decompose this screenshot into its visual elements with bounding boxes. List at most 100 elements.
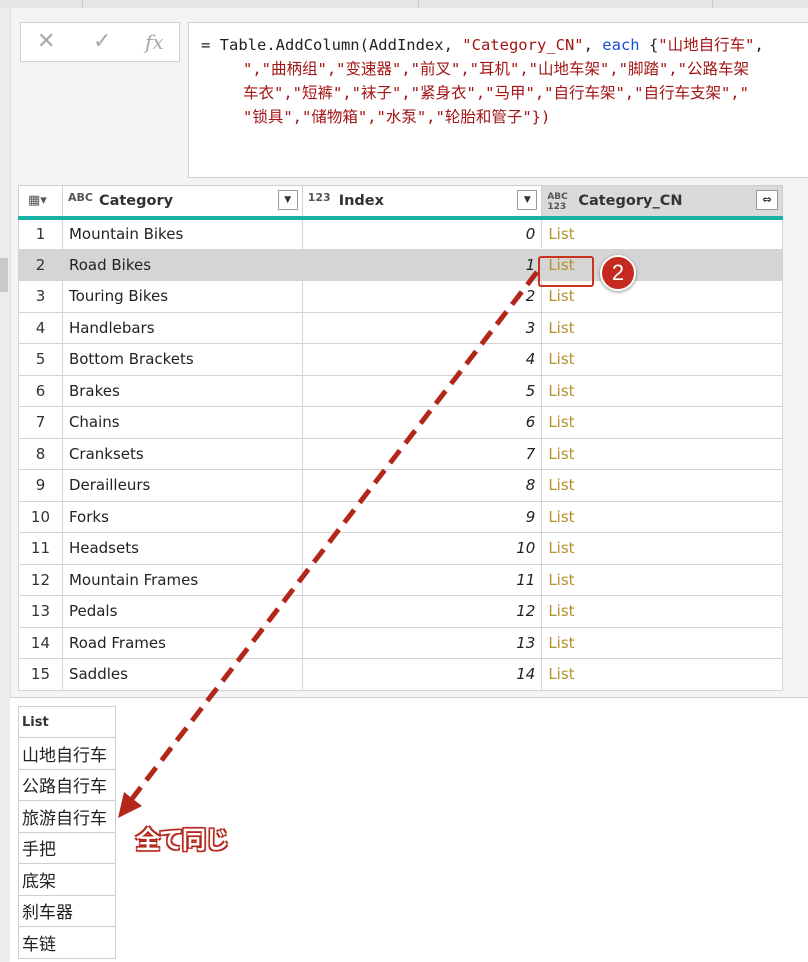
category-cell: Road Frames xyxy=(61,626,303,659)
table-row[interactable]: 6 Brakes 5 List xyxy=(18,374,783,407)
list-item-value: 公路自行车 xyxy=(18,768,116,801)
gutter-selection-mark xyxy=(0,258,8,292)
list-item-value: 山地自行车 xyxy=(18,737,116,770)
preview-pane xyxy=(10,697,808,962)
text-type-icon: ABC xyxy=(67,190,93,204)
row-number: 15 xyxy=(18,658,63,691)
formula-token: "Category_CN" xyxy=(462,36,584,54)
row-number: 7 xyxy=(18,406,63,439)
column-header-label: Index xyxy=(338,192,384,209)
formula-token: each xyxy=(602,36,640,54)
table-menu-button[interactable]: ▦▾ xyxy=(18,185,63,220)
column-header-index[interactable]: 123 Index ▼ xyxy=(301,185,543,220)
list-item: 手把 xyxy=(18,831,116,864)
list-item: 旅游自行车 xyxy=(18,800,116,833)
strip-divider xyxy=(82,0,83,8)
list-link[interactable]: List xyxy=(541,563,783,596)
category-cell: Saddles xyxy=(61,658,303,691)
top-strip xyxy=(0,0,808,8)
category-cell: Mountain Frames xyxy=(61,563,303,596)
list-item-value: 底架 xyxy=(18,863,116,896)
check-icon[interactable]: ✓ xyxy=(93,29,111,55)
table-row[interactable]: 13 Pedals 12 List xyxy=(18,595,783,628)
category-cell: Road Bikes xyxy=(61,248,303,281)
category-cell: Cranksets xyxy=(61,437,303,470)
list-item: 车链 xyxy=(18,926,116,959)
list-link[interactable]: List xyxy=(541,532,783,565)
list-link[interactable]: List xyxy=(541,500,783,533)
formula-line-1: = Table.AddColumn(AddIndex, "Category_CN… xyxy=(201,33,764,57)
list-item: 刹车器 xyxy=(18,894,116,927)
index-cell: 5 xyxy=(301,374,543,407)
column-header-category-cn[interactable]: ABC 123 Category_CN ⇔ xyxy=(541,185,783,220)
filter-dropdown-icon[interactable]: ▼ xyxy=(517,189,538,210)
formula-controls: ✕ ✓ fx xyxy=(20,22,180,62)
list-item-value: 刹车器 xyxy=(18,894,116,927)
table-row[interactable]: 14 Road Frames 13 List xyxy=(18,626,783,659)
list-link[interactable]: List xyxy=(541,311,783,344)
table-row[interactable]: 1 Mountain Bikes 0 List xyxy=(18,217,783,250)
index-cell: 1 xyxy=(301,248,543,281)
column-header-label: Category xyxy=(98,192,174,209)
list-link[interactable]: List xyxy=(541,469,783,502)
header-row: ▦▾ ABC Category ▼ 123 Index ▼ ABC 123 Ca… xyxy=(18,185,783,220)
table-row[interactable]: 12 Mountain Frames 11 List xyxy=(18,563,783,596)
table-row[interactable]: 10 Forks 9 List xyxy=(18,500,783,533)
list-link[interactable]: List xyxy=(541,658,783,691)
list-header: List xyxy=(18,706,116,738)
index-cell: 11 xyxy=(301,563,543,596)
formula-line-4: "锁具","储物箱","水泵","轮胎和管子"}) xyxy=(243,108,551,126)
formula-token: , xyxy=(754,36,764,54)
table-row[interactable]: 15 Saddles 14 List xyxy=(18,658,783,691)
row-number: 8 xyxy=(18,437,63,470)
table-row[interactable]: 7 Chains 6 List xyxy=(18,406,783,439)
list-link[interactable]: List xyxy=(541,406,783,439)
table-row[interactable]: 11 Headsets 10 List xyxy=(18,532,783,565)
index-cell: 4 xyxy=(301,343,543,376)
index-cell: 12 xyxy=(301,595,543,628)
formula-token: { xyxy=(639,36,659,54)
category-cell: Headsets xyxy=(61,532,303,565)
column-header-category[interactable]: ABC Category ▼ xyxy=(61,185,303,220)
category-cell: Chains xyxy=(61,406,303,439)
index-cell: 0 xyxy=(301,217,543,250)
table-row[interactable]: 3 Touring Bikes 2 List xyxy=(18,280,783,313)
formula-token: = Table.AddColumn(AddIndex, xyxy=(201,36,463,54)
filter-dropdown-icon[interactable]: ▼ xyxy=(277,189,298,210)
list-link[interactable]: List xyxy=(541,217,783,250)
row-number: 1 xyxy=(18,217,63,250)
formula-line-2: ","曲柄组","变速器","前叉","耳机","山地车架","脚踏","公路车… xyxy=(243,60,749,78)
data-grid: ▦▾ ABC Category ▼ 123 Index ▼ ABC 123 Ca… xyxy=(18,185,783,691)
list-item: 山地自行车 xyxy=(18,737,116,770)
category-cell: Bottom Brackets xyxy=(61,343,303,376)
formula-line-3: 车衣","短裤","袜子","紧身衣","马甲","自行车架","自行车支架",… xyxy=(243,84,749,102)
highlight-box xyxy=(538,256,594,287)
row-number: 3 xyxy=(18,280,63,313)
column-header-label: Category_CN xyxy=(578,192,683,209)
list-item-value: 手把 xyxy=(18,831,116,864)
table-row[interactable]: 5 Bottom Brackets 4 List xyxy=(18,343,783,376)
list-link[interactable]: List xyxy=(541,374,783,407)
list-link[interactable]: List xyxy=(541,343,783,376)
table-row[interactable]: 4 Handlebars 3 List xyxy=(18,311,783,344)
category-cell: Mountain Bikes xyxy=(61,217,303,250)
strip-divider xyxy=(712,0,713,8)
close-icon[interactable]: ✕ xyxy=(37,29,55,55)
list-item: 底架 xyxy=(18,863,116,896)
row-number: 5 xyxy=(18,343,63,376)
category-cell: Pedals xyxy=(61,595,303,628)
number-type-icon: 123 xyxy=(307,190,331,204)
index-cell: 13 xyxy=(301,626,543,659)
list-link[interactable]: List xyxy=(541,626,783,659)
list-link[interactable]: List xyxy=(541,595,783,628)
table-row[interactable]: 9 Derailleurs 8 List xyxy=(18,469,783,502)
list-link[interactable]: List xyxy=(541,437,783,470)
table-row[interactable]: 8 Cranksets 7 List xyxy=(18,437,783,470)
fx-icon[interactable]: fx xyxy=(145,29,164,55)
table-row[interactable]: 2 Road Bikes 1 List xyxy=(18,248,783,281)
list-item: 公路自行车 xyxy=(18,768,116,801)
formula-bar[interactable]: = Table.AddColumn(AddIndex, "Category_CN… xyxy=(188,22,808,178)
expand-icon[interactable]: ⇔ xyxy=(756,189,778,210)
row-number: 10 xyxy=(18,500,63,533)
index-cell: 3 xyxy=(301,311,543,344)
